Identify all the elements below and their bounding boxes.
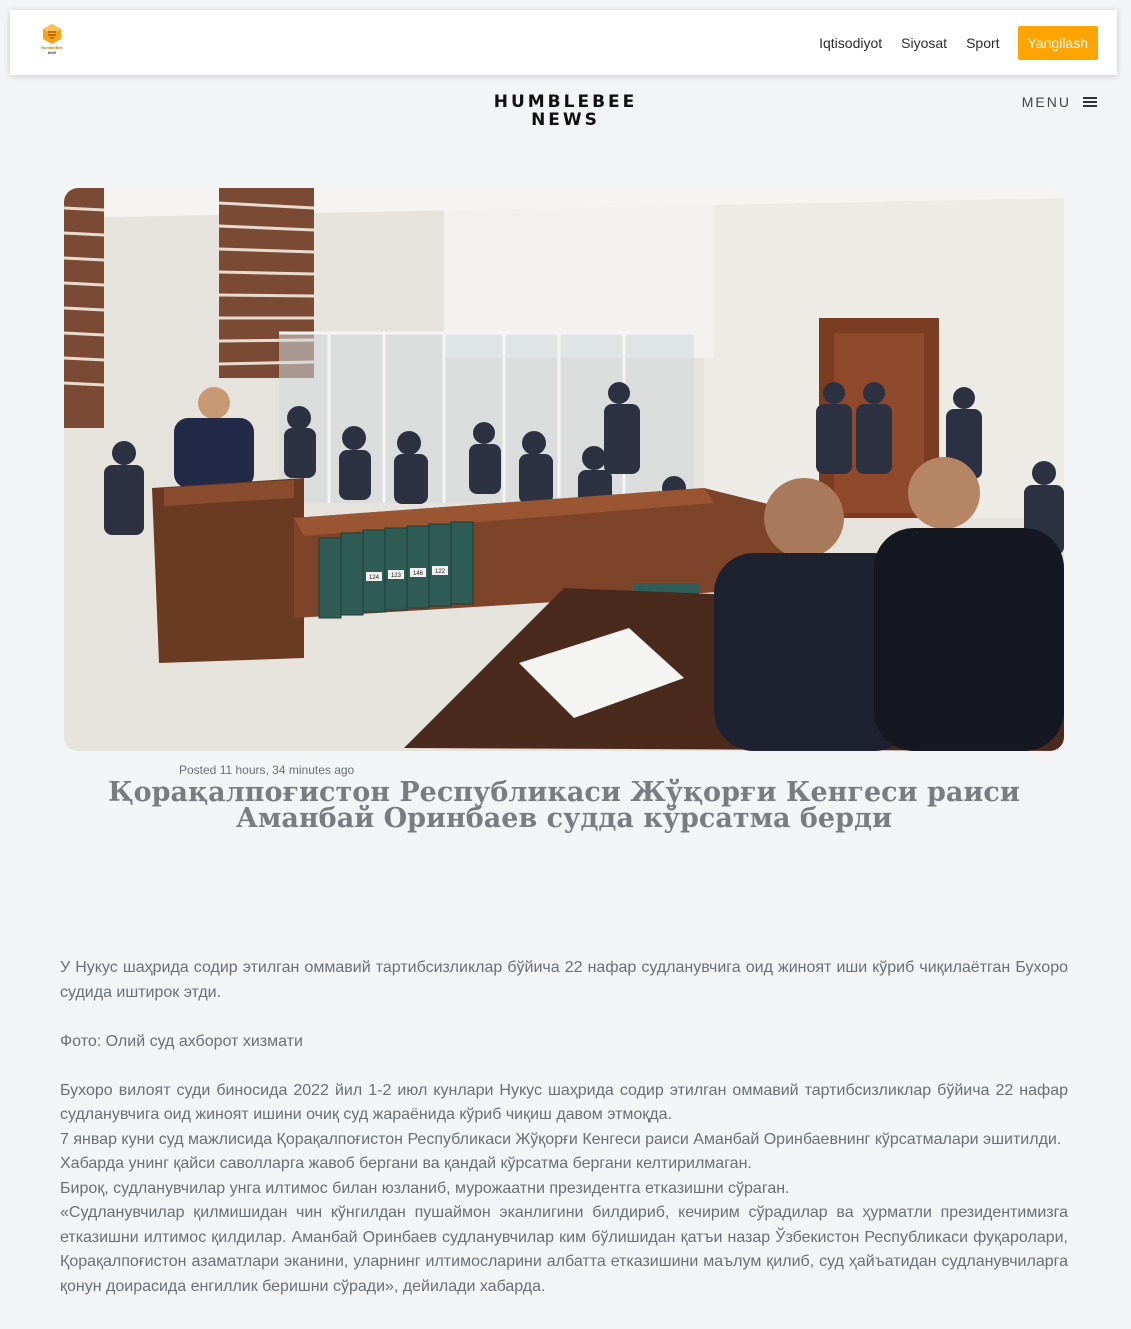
posted-time: Posted 11 hours, 34 minutes ago bbox=[179, 763, 355, 777]
nav-link-siyosat[interactable]: Siyosat bbox=[901, 35, 947, 51]
binder-label: 123 bbox=[391, 573, 402, 579]
photo-credit: Фото: Олий суд ахборот хизмати bbox=[60, 1032, 303, 1050]
article-paragraph: У Нукус шаҳрида содир этилган оммавий та… bbox=[60, 959, 1068, 1001]
brand-line-2: NEWS bbox=[531, 110, 600, 130]
bee-logo-icon bbox=[43, 23, 61, 44]
binder-label: 122 bbox=[435, 569, 446, 575]
courtroom-photo: 124 123 146 122 bbox=[64, 188, 1064, 751]
site-logo[interactable]: HumbleBee Intel bbox=[36, 23, 68, 63]
brand-line-1: HUMBLEBEE bbox=[493, 92, 638, 112]
article-quote: «Судланувчилар қилмишидан чин кўнгилдан … bbox=[60, 1204, 1068, 1295]
article-paragraph: Бухоро вилоят суди биносида 2022 йил 1-2… bbox=[60, 1081, 1068, 1124]
hero-image: 124 123 146 122 bbox=[64, 188, 1064, 751]
top-navbar: HumbleBee Intel Iqtisodiyot Siyosat Spor… bbox=[10, 10, 1117, 75]
article-body: У Нукус шаҳрида содир этилган оммавий та… bbox=[60, 956, 1068, 1299]
article-paragraph: Хабарда унинг қайси саволларга жавоб бер… bbox=[60, 1155, 752, 1172]
article-title: Қорақалпоғистон Республикаси Жўқорғи Кен… bbox=[108, 777, 1020, 834]
refresh-button[interactable]: Yangilash bbox=[1017, 25, 1098, 60]
logo-subtext: Intel bbox=[47, 49, 57, 55]
article-paragraph: Бироқ, судланувчилар унга илтимос билан … bbox=[60, 1179, 790, 1197]
menu-label: MENU bbox=[1021, 94, 1071, 110]
binder-label: 146 bbox=[413, 571, 424, 577]
site-brand[interactable]: HUMBLEBEE NEWS bbox=[0, 93, 1131, 129]
hamburger-icon bbox=[1083, 97, 1097, 107]
nav-link-iqtisodiyot[interactable]: Iqtisodiyot bbox=[819, 35, 882, 51]
main-nav: Iqtisodiyot Siyosat Sport Yangilash bbox=[800, 25, 1098, 60]
menu-button[interactable]: MENU bbox=[1022, 94, 1097, 110]
article-paragraph: 7 январ куни суд мажлисида Қорақалпоғист… bbox=[60, 1130, 1062, 1148]
nav-link-sport[interactable]: Sport bbox=[966, 35, 999, 51]
binder-label: 124 bbox=[369, 575, 380, 581]
